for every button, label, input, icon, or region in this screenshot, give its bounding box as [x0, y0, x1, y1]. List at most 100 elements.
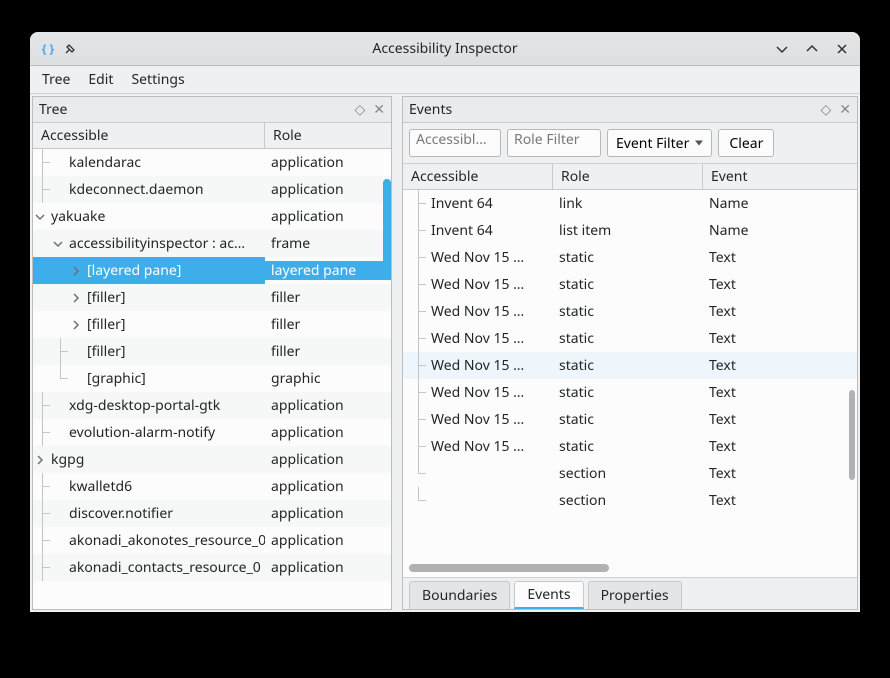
- events-pane-header: Events ◇ ✕: [403, 97, 857, 123]
- role-filter-input[interactable]: Role Filter: [507, 129, 601, 157]
- tree-branch-icon: [69, 345, 83, 359]
- event-row[interactable]: Wed Nov 15 …staticText: [403, 271, 857, 298]
- tree-branch-icon: [51, 507, 65, 521]
- event-accessible: Wed Nov 15 …: [431, 383, 524, 402]
- col-accessible[interactable]: Accessible: [33, 123, 265, 148]
- tree-row[interactable]: discover.notifierapplication: [33, 500, 391, 527]
- event-row[interactable]: Wed Nov 15 …staticText: [403, 433, 857, 460]
- chevron-right-icon[interactable]: [69, 291, 83, 305]
- tree-item-role: frame: [265, 234, 391, 253]
- bottom-tabs: Boundaries Events Properties: [403, 577, 857, 609]
- tree-scrollbar[interactable]: [383, 179, 391, 279]
- event-role: section: [553, 464, 703, 483]
- chevron-down-icon[interactable]: [51, 237, 65, 251]
- col-ev-accessible[interactable]: Accessible: [403, 164, 553, 189]
- tree-row[interactable]: akonadi_akonotes_resource_0application: [33, 527, 391, 554]
- tree-pane-header: Tree ◇ ✕: [33, 97, 391, 123]
- tree-row[interactable]: yakuakeapplication: [33, 203, 391, 230]
- events-scrollbar[interactable]: [849, 390, 855, 480]
- event-role: static: [553, 383, 703, 402]
- event-row[interactable]: Wed Nov 15 …staticText: [403, 379, 857, 406]
- tree-row[interactable]: xdg-desktop-portal-gtk application: [33, 392, 391, 419]
- events-hscrollbar[interactable]: [409, 561, 851, 575]
- event-row[interactable]: Invent 64list itemName: [403, 217, 857, 244]
- tree-pane: Tree ◇ ✕ Accessible Role kalendaracappli…: [32, 96, 392, 610]
- event-role: static: [553, 302, 703, 321]
- tree-row[interactable]: [filler]filler: [33, 311, 391, 338]
- tree-item-role: filler: [265, 288, 391, 307]
- accessible-filter-input[interactable]: Accessibl…: [409, 129, 501, 157]
- tree-branch-icon: [69, 372, 83, 386]
- tree-row[interactable]: [filler] filler: [33, 284, 391, 311]
- event-row[interactable]: sectionText: [403, 460, 857, 487]
- chevron-right-icon[interactable]: [33, 453, 47, 467]
- titlebar[interactable]: { } Accessibility Inspector: [30, 32, 860, 66]
- event-row[interactable]: Wed Nov 15 …staticText: [403, 406, 857, 433]
- col-ev-role[interactable]: Role: [553, 164, 703, 189]
- close-pane-icon[interactable]: ✕: [373, 100, 385, 119]
- event-type: Text: [703, 275, 857, 294]
- chevron-right-icon[interactable]: [69, 318, 83, 332]
- tree-row[interactable]: accessibilityinspector : ac…frame: [33, 230, 391, 257]
- clear-button[interactable]: Clear: [718, 129, 774, 157]
- tree-item-label: kalendarac: [67, 153, 141, 172]
- menu-settings[interactable]: Settings: [131, 70, 184, 89]
- tree-item-role: application: [265, 396, 391, 415]
- event-row[interactable]: Wed Nov 15 …staticText: [403, 298, 857, 325]
- pin-icon[interactable]: [62, 41, 78, 57]
- menu-tree[interactable]: Tree: [42, 70, 70, 89]
- undock-icon[interactable]: ◇: [820, 100, 831, 119]
- events-pane-title: Events: [409, 100, 820, 119]
- event-type: Text: [703, 329, 857, 348]
- undock-icon[interactable]: ◇: [354, 100, 365, 119]
- menu-edit[interactable]: Edit: [88, 70, 113, 89]
- close-button[interactable]: [834, 41, 850, 57]
- tree-item-label: xdg-desktop-portal-gtk: [67, 396, 220, 415]
- tree-branch-icon: [51, 534, 65, 548]
- tab-boundaries[interactable]: Boundaries: [409, 581, 510, 609]
- tree-column-headers: Accessible Role: [33, 123, 391, 149]
- event-row[interactable]: Wed Nov 15 …staticText: [403, 244, 857, 271]
- tree-row[interactable]: [graphic]graphic: [33, 365, 391, 392]
- event-role: static: [553, 410, 703, 429]
- tab-events[interactable]: Events: [514, 581, 583, 609]
- col-role[interactable]: Role: [265, 123, 391, 148]
- tree-row[interactable]: kalendaracapplication: [33, 149, 391, 176]
- tree-row[interactable]: akonadi_contacts_resource_0application: [33, 554, 391, 581]
- tree-body[interactable]: kalendaracapplicationkdeconnect.daemonap…: [33, 149, 391, 609]
- chevron-down-icon[interactable]: [33, 210, 47, 224]
- maximize-button[interactable]: [804, 41, 820, 57]
- event-type: Name: [703, 194, 857, 213]
- tree-branch-icon: [51, 156, 65, 170]
- tree-item-label: yakuake: [49, 207, 105, 226]
- tree-item-label: [filler]: [85, 288, 126, 307]
- event-filter-select[interactable]: Event Filter: [607, 129, 712, 157]
- event-accessible: Wed Nov 15 …: [431, 410, 524, 429]
- tree-row[interactable]: kgpgapplication: [33, 446, 391, 473]
- chevron-right-icon[interactable]: [69, 264, 83, 278]
- tree-row[interactable]: [layered pane]layered pane: [33, 257, 391, 284]
- close-pane-icon[interactable]: ✕: [839, 100, 851, 119]
- col-ev-event[interactable]: Event: [703, 164, 857, 189]
- minimize-button[interactable]: [774, 41, 790, 57]
- tab-properties[interactable]: Properties: [588, 581, 682, 609]
- event-type: Text: [703, 491, 857, 510]
- tree-item-role: application: [265, 450, 391, 469]
- tree-item-label: [layered pane]: [85, 261, 181, 280]
- app-icon: { }: [40, 41, 56, 57]
- tree-row[interactable]: kwalletd6application: [33, 473, 391, 500]
- event-row[interactable]: sectionText: [403, 487, 857, 514]
- events-body[interactable]: Invent 64linkNameInvent 64list itemNameW…: [403, 190, 857, 557]
- tree-item-label: akonadi_contacts_resource_0: [67, 558, 261, 577]
- tree-row[interactable]: evolution-alarm-notifyapplication: [33, 419, 391, 446]
- event-row[interactable]: Wed Nov 15 …staticText: [403, 352, 857, 379]
- event-type: Text: [703, 437, 857, 456]
- app-window: { } Accessibility Inspector Tree Edit Se…: [30, 32, 860, 612]
- tree-item-label: akonadi_akonotes_resource_0: [67, 531, 265, 550]
- tree-row[interactable]: [filler]filler: [33, 338, 391, 365]
- tree-row[interactable]: kdeconnect.daemonapplication: [33, 176, 391, 203]
- window-title: Accessibility Inspector: [30, 39, 860, 58]
- event-row[interactable]: Wed Nov 15 …staticText: [403, 325, 857, 352]
- event-row[interactable]: Invent 64linkName: [403, 190, 857, 217]
- event-type: Name: [703, 221, 857, 240]
